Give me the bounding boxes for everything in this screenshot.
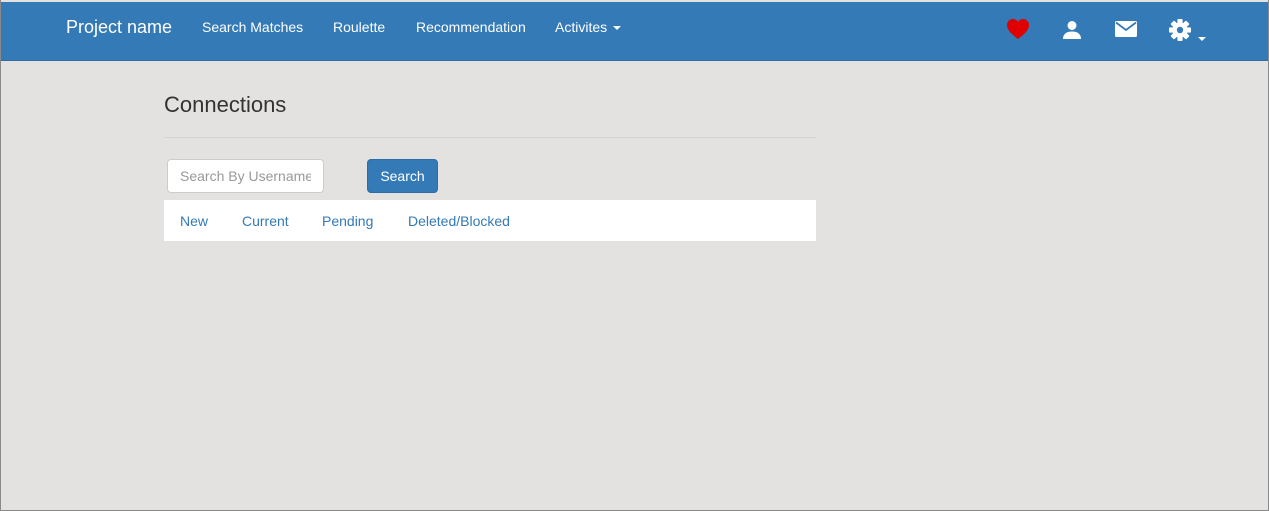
- gear-icon[interactable]: [1168, 18, 1192, 42]
- search-button[interactable]: Search: [367, 159, 438, 193]
- nav-activities-label: Activites: [555, 19, 608, 35]
- heart-icon[interactable]: [1006, 18, 1030, 40]
- top-navbar: Project name Search Matches Roulette Rec…: [1, 2, 1268, 61]
- nav-activities-dropdown[interactable]: Activites: [555, 19, 622, 35]
- tab-current[interactable]: Current: [242, 213, 289, 229]
- caret-down-icon: [613, 26, 622, 31]
- connection-tabs: New Current Pending Deleted/Blocked: [164, 200, 816, 241]
- envelope-icon[interactable]: [1115, 21, 1137, 37]
- search-username-input[interactable]: [167, 159, 324, 193]
- nav-search-matches[interactable]: Search Matches: [202, 19, 303, 35]
- title-divider: [164, 137, 816, 138]
- tab-new[interactable]: New: [180, 213, 208, 229]
- tab-deleted-blocked[interactable]: Deleted/Blocked: [408, 213, 510, 229]
- user-icon[interactable]: [1062, 20, 1082, 40]
- settings-caret-down-icon[interactable]: [1198, 37, 1206, 41]
- brand-link[interactable]: Project name: [66, 17, 172, 37]
- nav-roulette[interactable]: Roulette: [333, 19, 385, 35]
- tab-pending[interactable]: Pending: [322, 213, 373, 229]
- nav-recommendation[interactable]: Recommendation: [416, 19, 526, 35]
- page-title: Connections: [164, 92, 287, 117]
